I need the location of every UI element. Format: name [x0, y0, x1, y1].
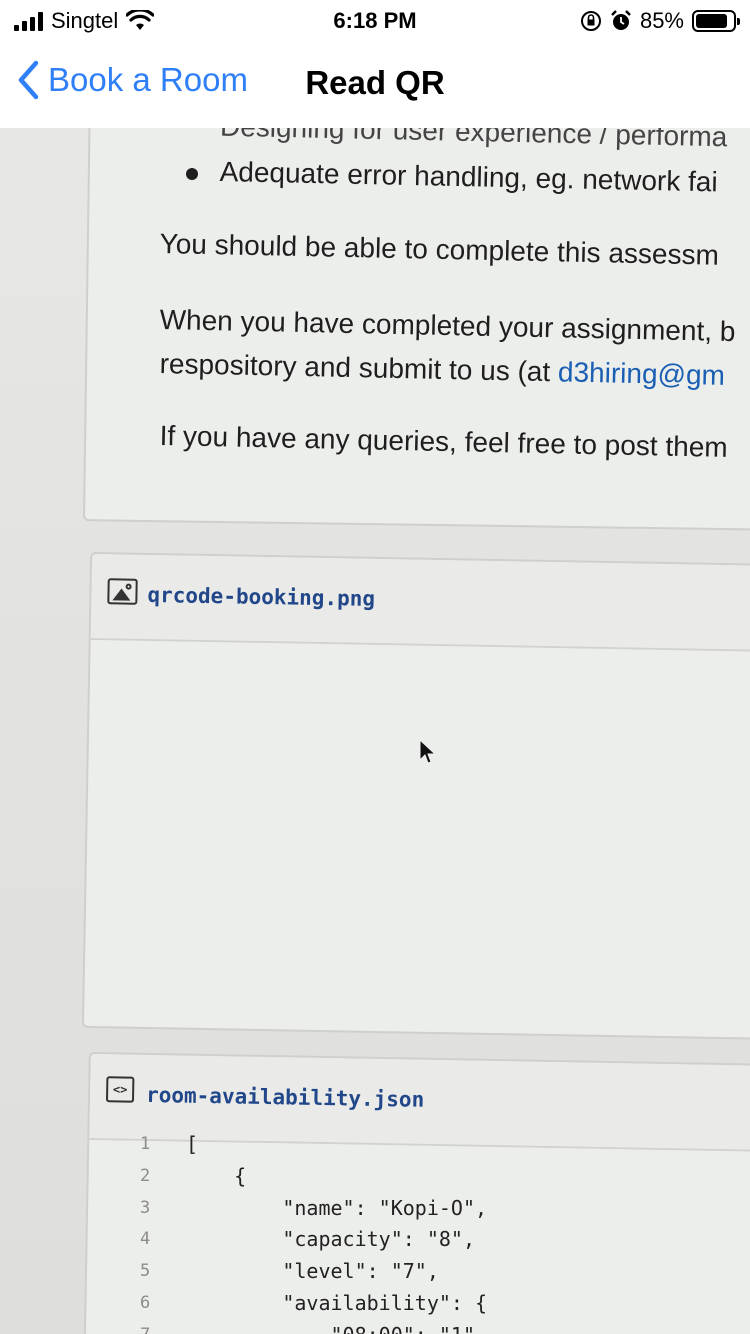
navigation-bar: Book a Room Read QR: [0, 40, 750, 128]
code-line: "08:00": "1": [186, 1323, 475, 1334]
code-line: "name": "Kopi-O",: [186, 1195, 488, 1220]
page-title: Read QR: [305, 64, 445, 101]
code-line: [: [186, 1132, 199, 1156]
code-line: "level": "7",: [186, 1259, 439, 1284]
battery-percent: 85%: [639, 8, 684, 33]
code-line-number: 7: [140, 1325, 150, 1334]
bullet-dot: [186, 168, 198, 180]
code-line-number: 6: [140, 1293, 151, 1313]
code-file-icon: <>: [105, 1076, 135, 1103]
image-file-icon: [107, 578, 138, 605]
code-line-number: 5: [140, 1261, 151, 1282]
status-right: 85%: [580, 8, 740, 34]
code-line: "availability": {: [186, 1291, 488, 1315]
email-link: d3hiring@gm: [557, 356, 726, 391]
orientation-lock-icon: [580, 11, 601, 31]
alarm-icon: [611, 10, 631, 30]
image-file-card: qrcode-booking.png: [81, 551, 750, 1041]
code-line-number: 1: [140, 1134, 151, 1154]
json-file-name: room-availability.json: [145, 1082, 425, 1112]
battery-level-fill: [696, 14, 727, 28]
code-line: "capacity": "8",: [186, 1227, 475, 1252]
code-line-number: 4: [140, 1229, 151, 1250]
mouse-pointer-icon: [419, 738, 437, 764]
status-bar: Singtel 6:18 PM 85%: [0, 0, 750, 40]
battery-icon: [692, 10, 740, 32]
code-line: {: [186, 1163, 247, 1188]
code-line-number: 3: [140, 1197, 151, 1218]
camera-preview[interactable]: Designing for user experience / performa…: [0, 128, 750, 1334]
code-line-number: 2: [140, 1165, 151, 1186]
image-file-name: qrcode-booking.png: [147, 582, 376, 611]
image-file-header: qrcode-booking.png: [90, 553, 750, 653]
